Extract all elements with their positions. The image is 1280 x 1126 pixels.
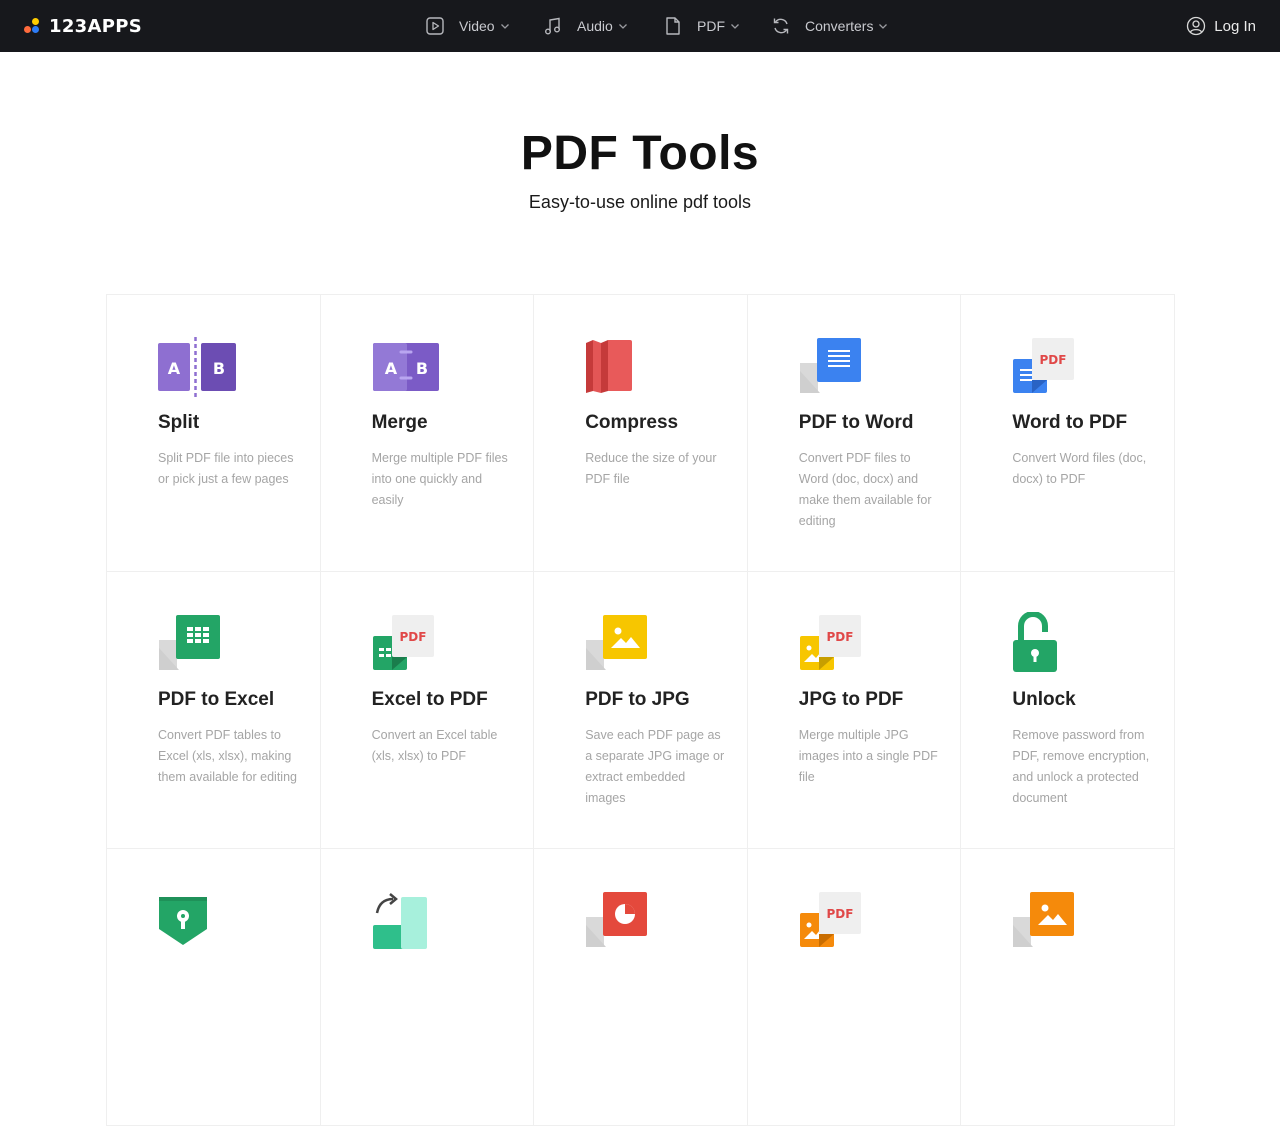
tool-name: PDF to Excel (158, 689, 275, 710)
tool-description: Reduce the size of your PDF file (585, 451, 717, 486)
tool-card-image-to-pdf[interactable]: PDF (747, 849, 962, 1126)
svg-text:PDF: PDF (826, 907, 853, 921)
tool-card-pdf-to-excel[interactable]: PDF to Excel Convert PDF tables to Excel… (107, 572, 321, 849)
tool-card-pdf-to-ppt[interactable] (534, 849, 748, 1126)
tool-name: Merge (371, 412, 428, 433)
tool-description: Merge multiple PDF files into one quickl… (371, 451, 508, 507)
convert-cycle-icon (771, 16, 791, 36)
svg-text:B: B (213, 359, 225, 378)
chevron-down-icon (500, 21, 510, 31)
tool-card-excel-to-pdf[interactable]: PDF Excel to PDF Convert an Excel table … (320, 572, 535, 849)
nav-item-label: Video (459, 18, 495, 34)
tool-name: Word to PDF (1012, 412, 1128, 433)
unlock-icon (1011, 611, 1091, 676)
pdf-to-excel-icon (157, 612, 237, 676)
login-label: Log In (1214, 17, 1256, 35)
tool-description: Split PDF file into pieces or pick just … (158, 451, 294, 486)
svg-text:PDF: PDF (1040, 353, 1067, 367)
excel-to-pdf-icon: PDF (371, 612, 451, 676)
page-title: PDF Tools (520, 127, 760, 180)
tool-description: Merge multiple JPG images into a single … (798, 728, 938, 784)
login-button[interactable]: Log In (1186, 0, 1256, 52)
pdf-to-jpg-icon (584, 612, 664, 676)
compress-icon (584, 335, 664, 399)
svg-text:PDF: PDF (826, 630, 853, 644)
tool-card-merge[interactable]: A B Merge Merge multiple PDF files into … (320, 295, 535, 572)
word-to-pdf-icon: PDF (1011, 335, 1091, 399)
top-navigation-bar: 123APPS Video Audio PDF Converters Log I… (0, 0, 1280, 52)
chevron-down-icon (730, 21, 740, 31)
nav-item-pdf[interactable]: PDF (663, 0, 740, 52)
split-icon: A B (157, 335, 237, 399)
tool-name: Compress (585, 412, 679, 433)
tool-card-protect[interactable] (107, 849, 321, 1126)
tools-grid: A B Split Split PDF file into pieces or … (106, 294, 1175, 1126)
tool-card-split[interactable]: A B Split Split PDF file into pieces or … (107, 295, 321, 572)
protect-shield-icon (157, 889, 237, 953)
page-subtitle: Easy-to-use online pdf tools (528, 192, 752, 212)
tool-name: JPG to PDF (798, 689, 904, 710)
merge-icon: A B (371, 335, 451, 399)
video-play-icon (425, 16, 445, 36)
rotate-icon (371, 889, 451, 953)
tool-card-jpg-to-pdf[interactable]: PDF JPG to PDF Merge multiple JPG images… (747, 572, 962, 849)
chevron-down-icon (878, 21, 888, 31)
tool-card-rotate[interactable] (320, 849, 535, 1126)
svg-text:A: A (168, 359, 181, 378)
tool-name: Split (158, 412, 200, 433)
tool-card-word-to-pdf[interactable]: PDF Word to PDF Convert Word files (doc,… (961, 295, 1175, 572)
main-nav: Video Audio PDF Converters (0, 0, 1280, 52)
nav-item-label: PDF (697, 18, 725, 34)
pdf-to-ppt-icon (584, 889, 664, 953)
tool-name: Unlock (1012, 689, 1076, 710)
image-to-pdf-icon: PDF (798, 889, 878, 953)
tool-card-pdf-to-jpg[interactable]: PDF to JPG Save each PDF page as a separ… (534, 572, 748, 849)
nav-item-converters[interactable]: Converters (771, 0, 888, 52)
nav-item-label: Converters (805, 18, 874, 34)
user-circle-icon (1186, 16, 1206, 36)
tool-description: Convert PDF tables to Excel (xls, xlsx),… (158, 728, 297, 784)
tool-card-unlock[interactable]: Unlock Remove password from PDF, remove … (961, 572, 1175, 849)
tool-description: Convert an Excel table (xls, xlsx) to PD… (371, 728, 498, 763)
nav-item-label: Audio (577, 18, 613, 34)
tool-name: PDF to Word (798, 412, 914, 433)
tool-description: Convert PDF files to Word (doc, docx) an… (798, 451, 932, 528)
tool-description: Remove password from PDF, remove encrypt… (1012, 728, 1150, 805)
svg-text:B: B (415, 359, 427, 378)
tool-name: Excel to PDF (371, 689, 488, 710)
tool-description: Save each PDF page as a separate JPG ima… (585, 728, 725, 805)
tool-card-pdf-to-image[interactable] (961, 849, 1175, 1126)
svg-text:PDF: PDF (399, 630, 426, 644)
tool-description: Convert Word files (doc, docx) to PDF (1012, 451, 1147, 486)
tool-card-compress[interactable]: Compress Reduce the size of your PDF fil… (534, 295, 748, 572)
pdf-to-word-icon (798, 335, 878, 399)
nav-item-audio[interactable]: Audio (543, 0, 628, 52)
svg-text:A: A (384, 359, 397, 378)
chevron-down-icon (618, 21, 628, 31)
document-icon (663, 16, 683, 36)
jpg-to-pdf-icon: PDF (798, 612, 878, 676)
pdf-to-image-icon (1011, 889, 1091, 953)
music-note-icon (543, 16, 563, 36)
nav-item-video[interactable]: Video (425, 0, 510, 52)
tool-name: PDF to JPG (585, 689, 690, 710)
tool-card-pdf-to-word[interactable]: PDF to Word Convert PDF files to Word (d… (747, 295, 962, 572)
